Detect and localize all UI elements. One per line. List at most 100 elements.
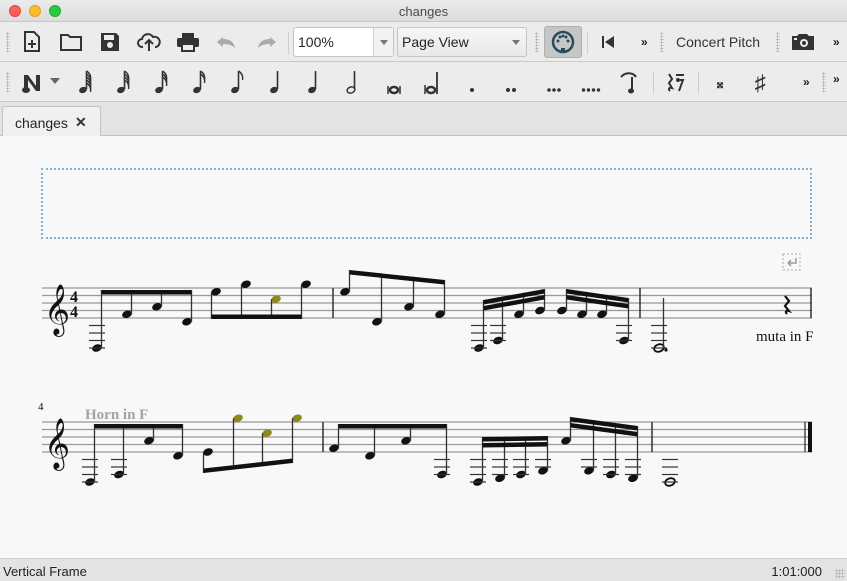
16th-note-button[interactable] (190, 68, 210, 96)
eighth-note-icon (231, 70, 244, 94)
final-barline-thick (808, 422, 812, 452)
half-note-button[interactable] (305, 68, 325, 96)
tab-label: changes (15, 115, 68, 131)
whole-note-icon (346, 71, 356, 94)
toolbar-grip[interactable] (6, 32, 10, 52)
undo-button[interactable] (214, 30, 240, 54)
close-tab-icon[interactable]: ✕ (75, 114, 87, 131)
save-icon (101, 33, 119, 51)
undo-icon (217, 37, 235, 48)
128th-note-icon (79, 70, 92, 94)
redo-button[interactable] (253, 30, 279, 54)
note-input-toolbar: 𝄪 ♯ » » (0, 62, 847, 102)
measure-number: 4 (38, 401, 44, 413)
toolbar-separator (288, 32, 289, 54)
score-view: 𝄞 44muta in F𝄞4 Horn in F (38, 253, 814, 487)
midi-input-toggle[interactable] (544, 26, 582, 58)
double-sharp-button[interactable]: 𝄪 (712, 74, 728, 92)
toolbar-separator (653, 72, 654, 94)
double-dot-button[interactable] (503, 72, 519, 94)
32nd-note-icon (155, 70, 168, 94)
toolbar-grip[interactable] (535, 32, 539, 52)
64th-note-button[interactable] (114, 68, 134, 96)
toolbar-grip[interactable] (6, 72, 10, 92)
breve-icon (387, 85, 401, 95)
triple-dot-icon (547, 88, 561, 92)
rewind-button[interactable] (598, 32, 618, 52)
longa-icon (424, 72, 438, 95)
tie-button[interactable] (618, 70, 640, 96)
toolbar-grip[interactable] (822, 72, 826, 92)
quadruple-dot-button[interactable] (580, 72, 602, 94)
title-bar: changes (0, 0, 847, 22)
beam (482, 442, 548, 448)
note-input-mode-button[interactable] (20, 70, 44, 94)
quarter-note-button[interactable] (267, 68, 287, 96)
upload-button[interactable] (136, 30, 162, 54)
toolbar-grip[interactable] (660, 32, 664, 52)
score-tab-bar: changes ✕ (0, 102, 847, 137)
triple-dot-button[interactable] (544, 72, 564, 94)
beam (338, 424, 447, 429)
beam (349, 270, 445, 285)
toolbar-grip[interactable] (776, 32, 780, 52)
new-file-icon (24, 31, 40, 52)
beam (203, 458, 293, 473)
folder-icon (60, 34, 82, 51)
quarter-rest (783, 295, 793, 315)
new-score-button[interactable] (20, 30, 44, 54)
treble-clef: 𝄞 (44, 419, 70, 471)
zoom-combobox[interactable]: 100% (293, 27, 394, 57)
64th-note-icon (117, 70, 130, 94)
instrument-change-text: Horn in F (85, 407, 148, 423)
redo-icon (258, 37, 276, 48)
tie-icon (620, 72, 637, 94)
zoom-dropdown-arrow[interactable] (373, 28, 393, 56)
app-window: changes 100% Page View » Concert Pitch »… (0, 0, 847, 581)
status-bar: Vertical Frame 1:01:000 (0, 558, 847, 581)
eighth-note-button[interactable] (228, 68, 248, 96)
playback-overflow-button[interactable]: » (641, 35, 648, 49)
16th-note-icon (193, 70, 206, 94)
open-button[interactable] (58, 30, 84, 54)
window-resize-grip[interactable] (835, 569, 845, 579)
rest-toggle-button[interactable] (663, 70, 687, 96)
augmentation-dot-button[interactable] (466, 72, 478, 94)
view-mode-select[interactable]: Page View (397, 27, 527, 57)
breve-note-button[interactable] (384, 68, 404, 96)
tab-changes[interactable]: changes ✕ (2, 106, 101, 137)
status-position: 1:01:000 (771, 564, 822, 579)
concert-pitch-toggle[interactable]: Concert Pitch (676, 34, 760, 50)
beam (101, 290, 192, 295)
treble-clef: 𝄞 (44, 285, 70, 337)
print-button[interactable] (175, 30, 201, 54)
note-toolbar-overflow-button[interactable]: » (803, 75, 810, 89)
note-input-N-icon (22, 75, 40, 93)
staff-text-muta: muta in F (756, 329, 814, 345)
dot-icon (470, 88, 474, 92)
image-capture-button[interactable] (790, 31, 816, 53)
sharp-button[interactable]: ♯ (750, 70, 770, 96)
save-button[interactable] (98, 30, 122, 54)
whole-note-button[interactable] (344, 68, 364, 96)
view-mode-dropdown-arrow[interactable] (506, 28, 526, 56)
longa-note-button[interactable] (422, 68, 442, 96)
zoom-value[interactable]: 100% (298, 34, 334, 50)
toolbar-overflow-button[interactable]: » (833, 35, 840, 49)
cloud-upload-icon (137, 33, 161, 51)
128th-note-button[interactable] (76, 68, 96, 96)
quadruple-dot-icon (581, 88, 601, 92)
midi-connector-icon (551, 30, 575, 54)
view-mode-value: Page View (402, 34, 469, 50)
rest-icon (667, 73, 685, 92)
toolbar-overflow-button[interactable]: » (833, 72, 840, 86)
beam (94, 424, 183, 429)
beam (211, 314, 302, 319)
score-canvas[interactable]: 𝄞 4 4 muta in F 𝄞 4 Horn in F (0, 136, 847, 558)
32nd-note-button[interactable] (152, 68, 172, 96)
double-dot-icon (506, 88, 516, 92)
quarter-note-icon (270, 71, 279, 94)
system-break-marker (782, 253, 801, 271)
note-input-mode-dropdown[interactable] (48, 74, 62, 88)
file-toolbar: 100% Page View » Concert Pitch » (0, 22, 847, 62)
